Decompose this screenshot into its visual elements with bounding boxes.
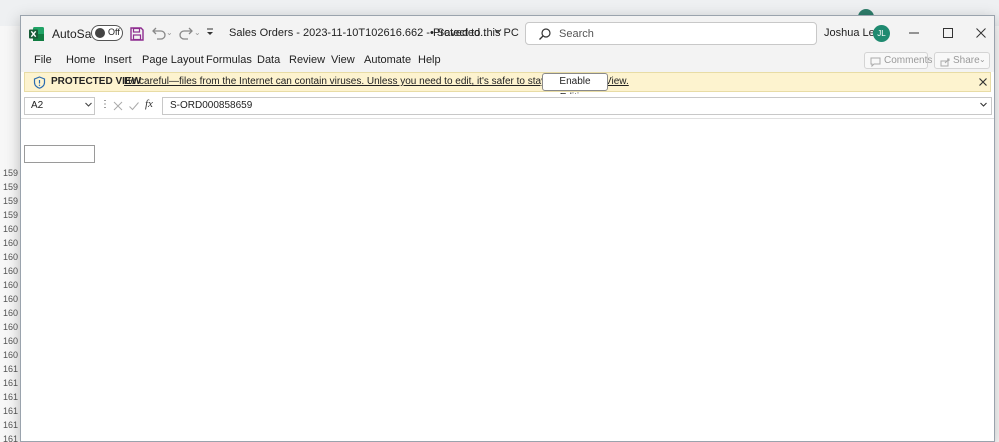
background-row-headers: 159 159 159 159 160 160 160 160 160 160 … <box>0 26 22 442</box>
close-icon[interactable] <box>976 75 990 89</box>
search-placeholder: Search <box>559 28 594 40</box>
row-number: 160 <box>3 266 19 276</box>
excel-window: AutoSave Off ⌄ ⌄ Sales Orders - 2023-11-… <box>20 15 995 442</box>
excel-logo-icon <box>29 26 45 42</box>
search-icon <box>538 27 552 41</box>
share-icon <box>940 56 951 67</box>
avatar[interactable]: JL <box>873 25 890 42</box>
minimize-icon <box>909 32 919 34</box>
maximize-button[interactable] <box>935 22 961 44</box>
row-number: 160 <box>3 350 19 360</box>
row-number: 160 <box>3 322 19 332</box>
tab-view[interactable]: View <box>331 54 355 66</box>
close-icon <box>976 28 986 38</box>
row-number: 159 <box>3 196 19 206</box>
tab-page-layout[interactable]: Page Layout <box>142 54 204 66</box>
row-number: 159 <box>3 168 19 178</box>
name-box[interactable]: A2 <box>24 97 95 115</box>
tab-review[interactable]: Review <box>289 54 325 66</box>
row-number: 160 <box>3 238 19 248</box>
autosave-toggle[interactable]: Off <box>91 25 123 41</box>
row-number: 161 <box>3 392 19 402</box>
save-icon[interactable] <box>130 27 144 41</box>
autosave-state: Off <box>108 27 120 37</box>
row-number: 161 <box>3 364 19 374</box>
redo-icon[interactable] <box>177 26 195 40</box>
row-number: 161 <box>3 378 19 388</box>
row-number: 160 <box>3 294 19 304</box>
ribbon-tabs: File Home Insert Page Layout Formulas Da… <box>21 50 994 72</box>
minimize-button[interactable] <box>901 22 927 44</box>
comment-icon <box>870 56 881 68</box>
comments-button[interactable]: Comments <box>864 52 932 69</box>
chevron-down-icon[interactable] <box>493 26 503 39</box>
close-window-button[interactable] <box>968 22 994 44</box>
save-status[interactable]: • Saved to this PC <box>430 27 519 39</box>
more-options-icon[interactable]: ⋮ <box>100 99 110 110</box>
toggle-knob <box>95 28 105 38</box>
undo-dropdown-icon[interactable]: ⌄ <box>166 28 173 37</box>
share-label: Share <box>953 55 980 66</box>
formula-value: S-ORD000858659 <box>170 100 253 111</box>
worksheet-area[interactable] <box>21 119 994 441</box>
tab-data[interactable]: Data <box>257 54 280 66</box>
comments-label: Comments <box>884 55 933 66</box>
search-box[interactable]: Search <box>525 22 817 45</box>
share-button[interactable]: Share ⌄ <box>934 52 990 69</box>
row-number: 159 <box>3 210 19 220</box>
row-number: 161 <box>3 406 19 416</box>
name-box-value: A2 <box>31 100 44 111</box>
tab-insert[interactable]: Insert <box>104 54 132 66</box>
row-number: 161 <box>3 434 19 442</box>
shield-icon <box>33 76 46 89</box>
row-number: 161 <box>3 420 19 430</box>
tab-home[interactable]: Home <box>66 54 95 66</box>
expand-formula-bar-icon[interactable] <box>979 100 988 111</box>
row-number: 160 <box>3 280 19 290</box>
redo-dropdown-icon[interactable]: ⌄ <box>194 28 201 37</box>
cancel-icon <box>112 100 124 112</box>
row-number: 160 <box>3 252 19 262</box>
tab-automate[interactable]: Automate <box>364 54 411 66</box>
tab-help[interactable]: Help <box>418 54 441 66</box>
maximize-icon <box>943 28 953 38</box>
titlebar: AutoSave Off ⌄ ⌄ Sales Orders - 2023-11-… <box>21 16 994 50</box>
check-icon <box>128 100 140 112</box>
tab-file[interactable]: File <box>34 54 52 66</box>
chevron-down-icon: ⌄ <box>979 55 986 64</box>
customize-toolbar-icon[interactable] <box>205 27 215 40</box>
protected-view-bar: PROTECTED VIEW Be careful—files from the… <box>24 72 991 103</box>
row-number: 160 <box>3 336 19 346</box>
tab-formulas[interactable]: Formulas <box>206 54 252 66</box>
chevron-down-icon[interactable] <box>84 100 93 111</box>
formula-input[interactable]: S-ORD000858659 <box>162 97 992 115</box>
row-number: 160 <box>3 308 19 318</box>
selected-cell[interactable] <box>24 145 95 163</box>
row-number: 160 <box>3 224 19 234</box>
enable-editing-button[interactable]: Enable Editing <box>542 73 608 103</box>
row-number: 159 <box>3 182 19 192</box>
formula-bar: A2 ⋮ fx S-ORD000858659 <box>21 94 994 118</box>
insert-function-icon[interactable]: fx <box>145 98 153 110</box>
